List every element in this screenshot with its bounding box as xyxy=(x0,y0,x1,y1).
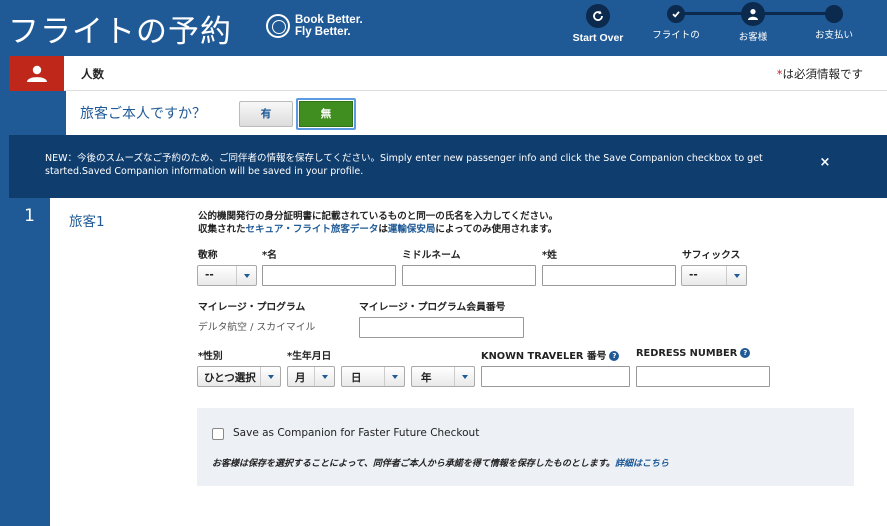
gender-label: *性別 xyxy=(198,351,223,362)
first-name-input[interactable] xyxy=(262,265,396,286)
middle-name-label: ミドルネーム xyxy=(402,250,461,261)
last-name-label: *姓 xyxy=(542,250,557,261)
tsa-link[interactable]: 運輸保安局 xyxy=(388,224,436,235)
passenger-instructions: 公的機関発行の身分証明書に記載されているものと同一の氏名を入力してください。 収… xyxy=(198,211,559,235)
header: フライトの予約 Book Better. Fly Better. Start O… xyxy=(0,0,887,56)
self-passenger-question: 旅客ご本人ですか？ 有 無 xyxy=(66,91,887,135)
chevron-down-icon xyxy=(314,367,334,386)
step-flight: フライトの xyxy=(646,4,706,41)
passenger-form: 旅客1 公的機関発行の身分証明書に記載されているものと同一の氏名を入力してくださ… xyxy=(50,198,887,526)
dob-day-select[interactable]: 日 xyxy=(341,366,405,387)
save-companion-checkbox[interactable] xyxy=(212,428,224,440)
member-number-label: マイレージ・プログラム会員番号 xyxy=(359,302,506,313)
brand-seal-icon xyxy=(266,14,290,38)
step-passenger: お客様 xyxy=(725,2,781,43)
suffix-select[interactable]: -- xyxy=(681,265,747,286)
title-label: 敬称 xyxy=(198,250,218,261)
question-text: 旅客ご本人ですか？ xyxy=(80,106,206,122)
no-button-focus-ring: 無 xyxy=(296,98,356,130)
no-button[interactable]: 無 xyxy=(299,101,353,127)
person-icon xyxy=(741,2,765,26)
chevron-down-icon xyxy=(726,266,746,285)
dob-label: *生年月日 xyxy=(287,351,332,362)
brand-logo: Book Better. Fly Better. xyxy=(266,14,363,38)
left-rail xyxy=(9,56,50,526)
chevron-down-icon xyxy=(260,367,280,386)
check-icon xyxy=(667,5,685,23)
suffix-label: サフィックス xyxy=(682,250,741,261)
dob-year-select[interactable]: 年 xyxy=(411,366,475,387)
step-payment: お支払い xyxy=(806,4,862,41)
page-title: フライトの予約 xyxy=(8,14,232,50)
section-title: 人数 xyxy=(81,67,104,81)
companion-consent-note: お客様は保存を選択することによって、同伴者ご本人から承諾を得て情報を保存したもの… xyxy=(212,459,669,469)
required-note: *は必須情報です xyxy=(776,67,863,81)
mileage-program-value: デルタ航空 / スカイマイル xyxy=(198,322,316,333)
save-companion-box: Save as Companion for Faster Future Chec… xyxy=(197,408,854,486)
companion-notice-banner: NEW：今後のスムーズなご予約のため、ご同伴者の情報を保存してください。Simp… xyxy=(9,135,887,198)
member-number-input[interactable] xyxy=(359,317,524,338)
details-link[interactable]: 詳細はこちら xyxy=(615,459,669,469)
notice-text: NEW：今後のスムーズなご予約のため、ご同伴者の情報を保存してください。Simp… xyxy=(45,153,763,177)
gender-select[interactable]: ひとつ選択 xyxy=(197,366,281,387)
close-icon[interactable]: × xyxy=(819,155,831,170)
mileage-program-label: マイレージ・プログラム xyxy=(198,302,306,313)
start-over-button[interactable]: Start Over xyxy=(572,4,624,44)
section-header: 人数 *は必須情報です xyxy=(9,56,887,91)
redress-number-label: REDRESS NUMBER? xyxy=(636,348,751,359)
start-over-label: Start Over xyxy=(572,32,624,44)
middle-name-input[interactable] xyxy=(402,265,536,286)
yes-button[interactable]: 有 xyxy=(239,101,293,127)
brand-tagline-1: Book Better. xyxy=(295,14,363,26)
chevron-down-icon xyxy=(454,367,474,386)
passenger-title: 旅客1 xyxy=(69,214,105,230)
chevron-down-icon xyxy=(384,367,404,386)
help-icon[interactable]: ? xyxy=(609,351,620,361)
first-name-label: *名 xyxy=(262,250,277,261)
last-name-input[interactable] xyxy=(542,265,676,286)
chevron-down-icon xyxy=(236,266,256,285)
brand-tagline-2: Fly Better. xyxy=(295,26,351,38)
save-companion-label[interactable]: Save as Companion for Faster Future Chec… xyxy=(233,427,479,439)
dob-month-select[interactable]: 月 xyxy=(287,366,335,387)
passenger-number: 1 xyxy=(24,206,35,226)
user-icon xyxy=(9,56,64,91)
redress-number-input[interactable] xyxy=(636,366,770,387)
title-select[interactable]: -- xyxy=(197,265,257,286)
help-icon[interactable]: ? xyxy=(740,348,751,358)
step-dot-icon xyxy=(825,5,843,23)
refresh-icon xyxy=(586,4,610,28)
known-traveler-label: KNOWN TRAVELER 番号? xyxy=(481,348,620,362)
known-traveler-input[interactable] xyxy=(481,366,630,387)
secure-flight-link[interactable]: セキュア・フライト旅客データ xyxy=(246,224,379,235)
